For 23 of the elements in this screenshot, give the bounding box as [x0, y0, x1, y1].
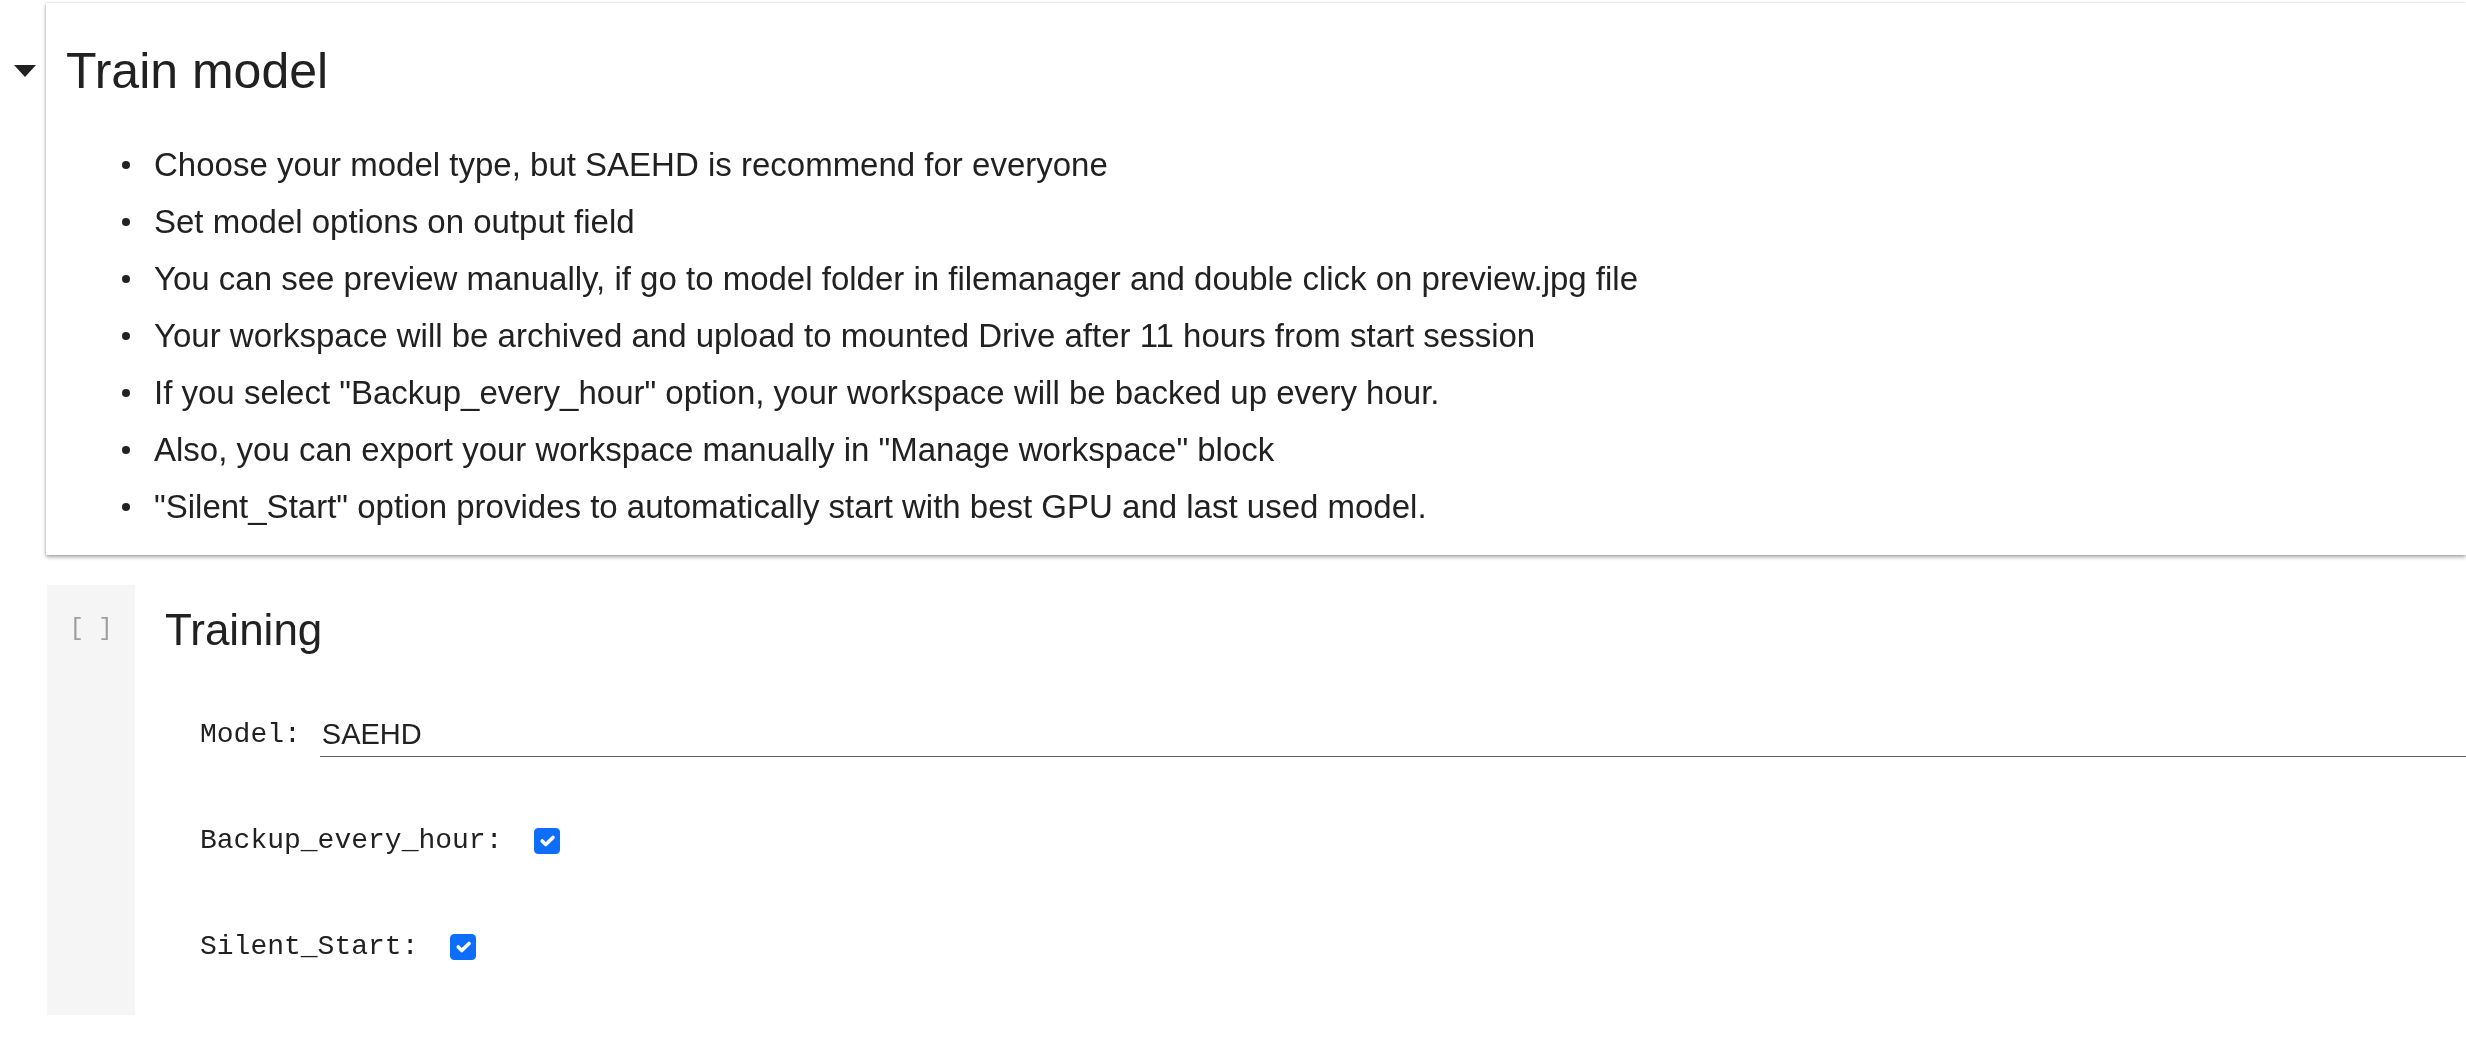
field-label: Model: [200, 718, 301, 752]
list-item-text: Your workspace will be archived and upload to mounted Drive after 11 hours from start session [154, 316, 1536, 356]
cell-title: Training [165, 604, 324, 656]
bullet-icon [122, 388, 130, 397]
bullet-icon [122, 445, 130, 454]
section-title: Train model [66, 42, 330, 101]
list-item-text: "Silent_Start" option provides to automatically start with best GPU and last used model. [154, 487, 1427, 527]
checkbox[interactable] [534, 828, 561, 854]
bullet-icon [122, 274, 130, 283]
checkbox[interactable] [450, 934, 477, 960]
field-label: Silent_Start: [200, 930, 419, 964]
bullet-icon [122, 502, 130, 511]
list-item-text: Set model options on output field [154, 202, 635, 242]
list-item-text: Choose your model type, but SAEHD is recommend for everyone [154, 145, 1108, 185]
list-item-text: Also, you can export your workspace manually in "Manage workspace" block [154, 430, 1275, 470]
caret-down-icon[interactable] [14, 65, 36, 77]
bullet-icon [122, 331, 130, 340]
bullet-icon [122, 217, 130, 226]
list-item-text: If you select "Backup_every_hour" option, your workspace will be backed up every hour. [154, 373, 1440, 413]
field-label: Backup_every_hour: [200, 824, 503, 858]
list-item-text: You can see preview manually, if go to model folder in filemanager and double click on preview.jpg file [154, 259, 1639, 299]
bullet-icon [122, 160, 130, 169]
text-field[interactable]: SAEHD [319, 713, 2466, 757]
